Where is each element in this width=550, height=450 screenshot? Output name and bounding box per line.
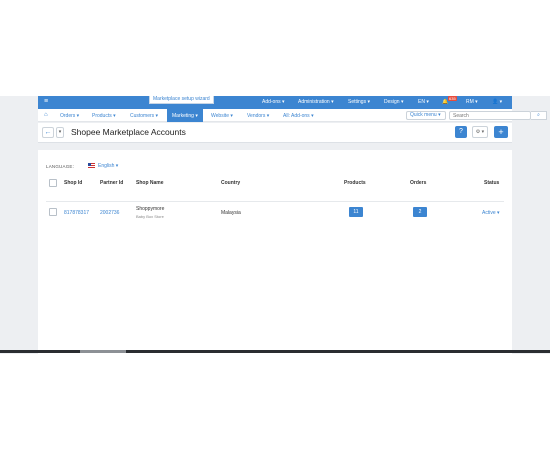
home-icon[interactable]: ⌂	[44, 112, 48, 118]
header-shop-id[interactable]: Shop Id	[64, 180, 82, 186]
status-dropdown[interactable]: Active ▾	[482, 210, 500, 216]
table-row: 817878317 2002736 Shoppymore Baby Box St…	[46, 201, 504, 223]
notification-badge: 635	[448, 96, 457, 101]
help-icon[interactable]: ?	[455, 126, 467, 138]
menu-icon[interactable]: ≡	[44, 98, 48, 105]
topbar-administration[interactable]: Administration ▾	[298, 99, 334, 105]
header-shop-name[interactable]: Shop Name	[136, 180, 164, 186]
language-label: LANGUAGE:	[46, 164, 75, 169]
page-header: ← ▾ Shopee Marketplace Accounts ? ⚙ ▾ +	[38, 123, 512, 143]
setup-wizard-tooltip[interactable]: Marketplace setup wizard	[149, 96, 214, 104]
topbar-settings[interactable]: Settings ▾	[348, 99, 370, 105]
header-products: Products	[344, 180, 366, 186]
topbar-language[interactable]: EN ▾	[418, 99, 429, 105]
shop-id-link[interactable]: 817878317	[64, 210, 89, 216]
shop-name: Shoppymore	[136, 206, 165, 212]
nav-website[interactable]: Website ▾	[211, 113, 233, 119]
gear-icon[interactable]: ⚙ ▾	[472, 126, 488, 138]
country: Malaysia	[221, 210, 241, 216]
topbar-design[interactable]: Design ▾	[384, 99, 403, 105]
main-nav: ⌂ Orders ▾ Products ▾ Customers ▾ Market…	[38, 109, 547, 122]
products-count-button[interactable]: 11	[349, 207, 363, 217]
select-all-checkbox[interactable]	[49, 179, 57, 187]
search-input[interactable]	[449, 111, 531, 120]
add-account-button[interactable]: +	[494, 126, 508, 138]
page-title: Shopee Marketplace Accounts	[71, 127, 186, 137]
header-country[interactable]: Country	[221, 180, 240, 186]
us-flag-icon	[88, 163, 95, 169]
orders-count-button[interactable]: 2	[413, 207, 427, 217]
language-select[interactable]: English ▾	[88, 163, 118, 169]
topbar-addons[interactable]: Add-ons ▾	[262, 99, 285, 105]
nav-products[interactable]: Products ▾	[92, 113, 116, 119]
nav-customers[interactable]: Customers ▾	[130, 113, 158, 119]
header-partner-id[interactable]: Partner Id	[100, 180, 123, 186]
top-bar: ≡ Marketplace setup wizard Add-ons ▾ Adm…	[38, 96, 512, 109]
header-orders: Orders	[410, 180, 427, 186]
partner-id-link[interactable]: 2002736	[100, 210, 119, 216]
topbar-currency[interactable]: RM ▾	[466, 99, 478, 105]
search-icon[interactable]: ⌕	[531, 111, 547, 120]
row-checkbox[interactable]	[49, 208, 57, 216]
shop-subtitle: Baby Box Store	[136, 214, 164, 219]
admin-app: ≡ Marketplace setup wizard Add-ons ▾ Adm…	[0, 96, 550, 354]
nav-orders[interactable]: Orders ▾	[60, 113, 79, 119]
user-icon[interactable]: 👤 ▾	[492, 99, 502, 105]
quick-menu-button[interactable]: Quick menu ▾	[406, 111, 446, 120]
language-value: English ▾	[98, 163, 119, 169]
history-dropdown[interactable]: ▾	[56, 127, 64, 138]
nav-all-addons[interactable]: All: Add-ons ▾	[283, 113, 314, 119]
header-status: Status	[484, 180, 500, 186]
table-header: Shop Id Partner Id Shop Name Country Pro…	[46, 177, 504, 189]
nav-marketing[interactable]: Marketing ▾	[167, 109, 203, 122]
nav-vendors[interactable]: Vendors ▾	[247, 113, 269, 119]
scrollbar-thumb[interactable]	[80, 350, 126, 353]
accounts-panel: LANGUAGE: English ▾ Shop Id Partner Id S…	[38, 150, 512, 354]
back-button[interactable]: ←	[42, 127, 54, 138]
